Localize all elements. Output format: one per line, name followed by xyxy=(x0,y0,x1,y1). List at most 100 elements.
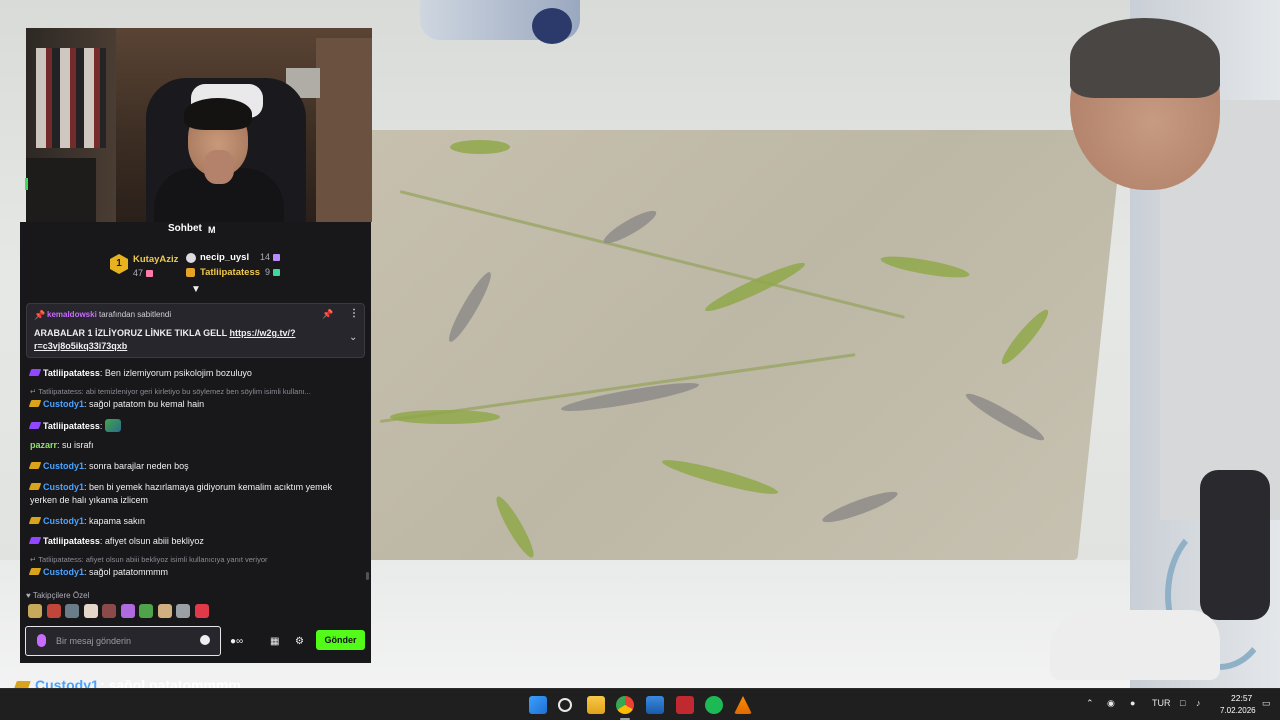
discord-icon[interactable]: ◉ xyxy=(1107,698,1115,709)
rug-leaf xyxy=(390,410,500,424)
pin-icon: 📌 xyxy=(34,310,46,320)
reply-context[interactable]: ↵ Tatliipatatess: abi temizleniyor geri … xyxy=(30,387,365,396)
emote-icon[interactable] xyxy=(194,604,209,618)
chat-message: Custody1: sonra barajlar neden boş xyxy=(28,460,360,473)
channel-points-icon[interactable]: ●∞ xyxy=(230,636,243,647)
expand-leaderboard-icon[interactable]: ▼ xyxy=(189,285,203,297)
notification-icon[interactable]: ▭ xyxy=(1262,698,1271,709)
webcam-clothes xyxy=(36,48,106,148)
pinned-by: kemaldowski tarafından sabitlendi xyxy=(47,310,172,319)
vlc-icon[interactable] xyxy=(734,696,752,714)
send-button[interactable]: Gönder xyxy=(316,630,365,650)
gift-icon xyxy=(273,254,281,261)
reply-context[interactable]: ↵ Tatliipatatess: afiyet olsun abiii bek… xyxy=(30,555,365,564)
sub-badge-icon xyxy=(28,537,42,544)
webcam-equipment xyxy=(26,158,96,222)
emote-icon[interactable] xyxy=(83,604,98,618)
chat-panel: Sohbet M 1 KutayAziz 47 necip_uysl 14 Ta… xyxy=(20,222,371,663)
language-indicator[interactable]: TUR xyxy=(1152,698,1171,708)
chat-username[interactable]: Custody1 xyxy=(43,516,84,526)
pinned-message: 📌 kemaldowski tarafından sabitlendi 📌 ⋮ … xyxy=(26,303,365,358)
leaderboard-count: 14 xyxy=(260,252,281,262)
chat-message: Custody1: sağol patatommmm xyxy=(28,566,360,579)
sub-badge-icon xyxy=(28,369,42,376)
chat-username[interactable]: pazarr xyxy=(30,440,57,450)
leaderboard-count: 9 xyxy=(265,267,281,277)
chat-input[interactable] xyxy=(56,633,194,649)
gift-icon xyxy=(273,269,281,276)
chat-message: Tatliipatatess: afiyet olsun abiii bekli… xyxy=(28,535,360,548)
webcam-door xyxy=(316,38,372,222)
microphone-tray-icon[interactable]: ● xyxy=(1130,698,1135,708)
pinned-text: ARABALAR 1 İZLİYORUZ LİNKE TIKLA GELL ht… xyxy=(34,328,296,351)
chat-username[interactable]: Custody1 xyxy=(43,482,84,492)
search-icon[interactable] xyxy=(558,698,572,712)
chat-message: pazarr: su israfı xyxy=(30,440,94,450)
user-badge-icon xyxy=(186,253,196,263)
chat-message: Tatliipatatess: Ben izlemiyorum psikoloj… xyxy=(28,367,360,380)
gear-icon[interactable]: ⚙ xyxy=(295,636,304,647)
chat-message: Custody1: ben bi yemek hazırlamaya gidiy… xyxy=(28,482,333,505)
boot xyxy=(1050,610,1220,680)
spotify-icon[interactable] xyxy=(705,696,723,714)
emote-icon[interactable] xyxy=(139,604,154,618)
voicemod-icon[interactable] xyxy=(676,696,694,714)
leaderboard-name[interactable]: Tatliipatatess xyxy=(200,267,260,278)
sub-badge-icon xyxy=(28,517,42,524)
chevron-down-icon[interactable]: ⌄ xyxy=(349,332,357,343)
followers-only-label: ♥ Takipçilere Özel xyxy=(26,591,90,600)
chrome-icon[interactable] xyxy=(616,696,634,714)
rug-leaf xyxy=(450,140,510,154)
sub-badge-icon xyxy=(28,422,42,429)
emoji-icon[interactable] xyxy=(200,635,210,645)
chat-header: Sohbet M xyxy=(20,222,371,236)
volume-icon[interactable]: ♪ xyxy=(1196,698,1201,708)
chat-title: Sohbet xyxy=(168,223,202,234)
start-icon[interactable] xyxy=(529,696,547,714)
chat-username[interactable]: Tatliipatatess xyxy=(43,368,100,378)
store-icon[interactable]: ▦ xyxy=(270,636,279,647)
rank-badge: 1 xyxy=(110,254,128,274)
emote-icon[interactable] xyxy=(28,604,42,618)
emote-icon[interactable] xyxy=(46,604,61,618)
leaderboard-name[interactable]: KutayAziz xyxy=(133,254,178,265)
photos-icon[interactable] xyxy=(646,696,664,714)
taskbar: ⌃ ◉ ● TUR □ ♪ 22:57 7.02.2026 ▭ xyxy=(0,688,1280,720)
chat-message: Custody1: sağol patatom bu kemal hain xyxy=(28,398,360,411)
sub-badge-icon xyxy=(28,400,42,407)
machine-wheel xyxy=(532,8,572,44)
chat-scrollbar[interactable] xyxy=(366,572,369,580)
clock-time[interactable]: 22:57 xyxy=(1231,693,1252,703)
webcam-feed xyxy=(26,28,372,222)
unpin-icon[interactable]: 📌 xyxy=(322,309,333,320)
more-options-icon[interactable]: ⋮ xyxy=(349,308,359,319)
microphone-icon[interactable] xyxy=(37,634,46,647)
network-icon[interactable]: □ xyxy=(1180,698,1185,708)
frog-emote-icon xyxy=(104,419,121,432)
emote-icon[interactable] xyxy=(102,604,117,618)
chat-input-box[interactable] xyxy=(25,626,221,656)
chat-username[interactable]: Tatliipatatess xyxy=(43,536,100,546)
chat-username[interactable]: Custody1 xyxy=(43,399,84,409)
streamer-hand xyxy=(204,150,234,184)
chat-username[interactable]: Custody1 xyxy=(43,567,84,577)
chat-username[interactable]: Custody1 xyxy=(43,461,84,471)
clock-date[interactable]: 7.02.2026 xyxy=(1220,706,1256,715)
emote-icon[interactable] xyxy=(157,604,172,618)
gift-leaderboard[interactable]: 1 KutayAziz 47 necip_uysl 14 Tatliipatat… xyxy=(20,248,371,284)
sub-badge-icon xyxy=(28,568,42,575)
chat-title-extra: M xyxy=(208,225,216,235)
user-badge-icon xyxy=(186,268,195,277)
emote-bar xyxy=(28,604,268,620)
leaderboard-name[interactable]: necip_uysl xyxy=(200,252,249,263)
emote-icon[interactable] xyxy=(120,604,135,618)
emote-icon[interactable] xyxy=(65,604,80,618)
live-indicator xyxy=(25,178,28,190)
emote-icon[interactable] xyxy=(176,604,191,618)
chat-username[interactable]: Tatliipatatess xyxy=(43,421,100,431)
leaderboard-count: 47 xyxy=(133,268,154,278)
chevron-up-icon[interactable]: ⌃ xyxy=(1086,698,1094,709)
sub-badge-icon xyxy=(28,483,42,490)
file-explorer-icon[interactable] xyxy=(587,696,605,714)
person-hair xyxy=(1070,18,1220,98)
